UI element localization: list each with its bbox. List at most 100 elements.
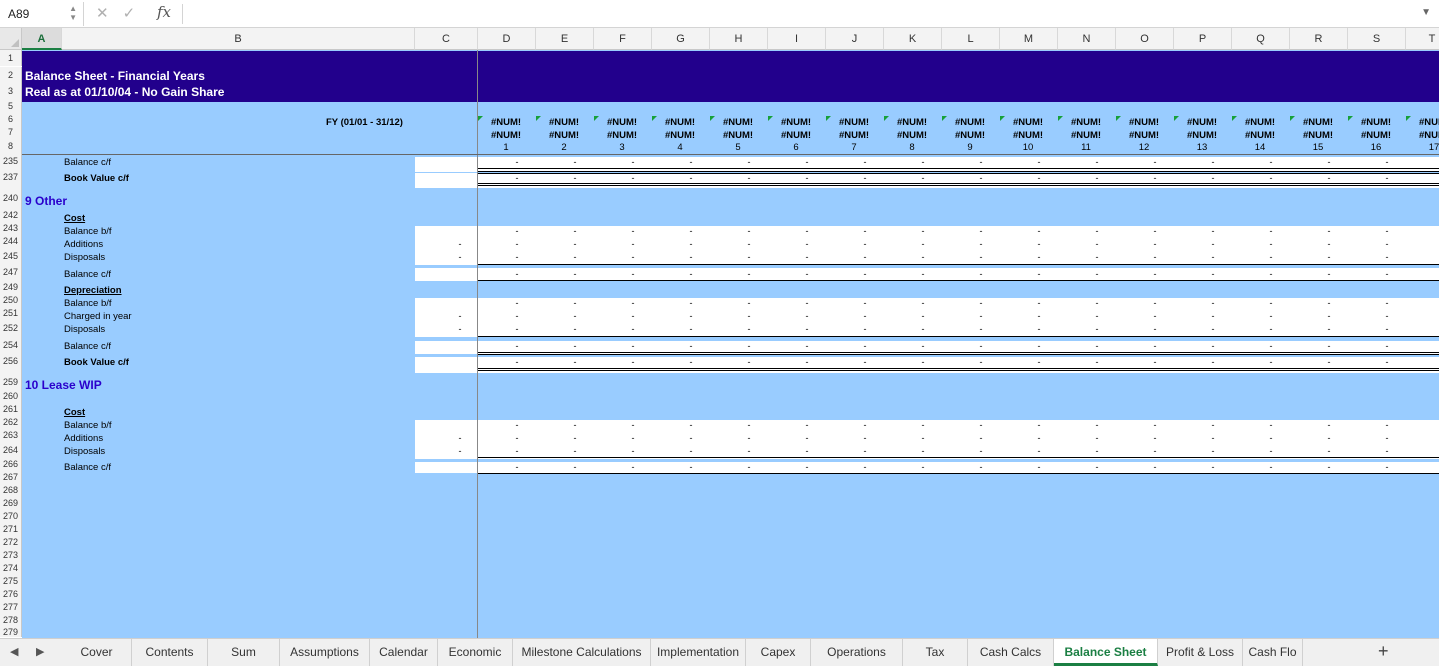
value-cell[interactable]: - [628, 324, 638, 334]
value-cell[interactable]: - [1034, 269, 1044, 279]
add-sheet-icon[interactable]: + [1378, 641, 1389, 662]
value-cell[interactable]: - [1266, 173, 1276, 183]
value-cell[interactable]: - [1266, 462, 1276, 472]
row-header-237[interactable]: 237 [0, 169, 22, 190]
value-cell[interactable]: - [1324, 446, 1334, 456]
value-cell[interactable]: - [686, 420, 696, 430]
select-all-corner[interactable] [0, 28, 22, 50]
value-cell[interactable]: - [802, 341, 812, 351]
value-cell[interactable]: - [860, 173, 870, 183]
value-cell[interactable]: - [1150, 420, 1160, 430]
value-cell[interactable]: - [1266, 341, 1276, 351]
value-cell[interactable]: - [1034, 173, 1044, 183]
formula-cancel-confirm-icons[interactable]: ✕✓ [96, 4, 149, 22]
row-header-259[interactable]: 259 [0, 374, 22, 390]
value-cell[interactable]: - [976, 269, 986, 279]
column-header-e[interactable]: E [536, 28, 594, 50]
sheet-tab-profit-loss[interactable]: Profit & Loss [1158, 639, 1243, 666]
value-cell[interactable]: - [860, 226, 870, 236]
value-cell[interactable]: - [744, 462, 754, 472]
value-cell-c[interactable]: - [455, 433, 465, 443]
value-cell[interactable]: - [860, 269, 870, 279]
value-cell[interactable]: - [1092, 173, 1102, 183]
value-cell[interactable]: - [744, 311, 754, 321]
row-header-270[interactable]: 270 [0, 510, 22, 523]
value-cell[interactable]: - [1150, 298, 1160, 308]
value-cell[interactable]: - [1150, 252, 1160, 262]
value-cell[interactable]: - [512, 269, 522, 279]
value-cell[interactable]: - [628, 446, 638, 456]
value-cell[interactable]: - [1092, 311, 1102, 321]
row-header-271[interactable]: 271 [0, 523, 22, 536]
value-cell[interactable]: - [512, 239, 522, 249]
value-cell[interactable]: - [1150, 341, 1160, 351]
value-cell[interactable]: - [512, 324, 522, 334]
value-cell[interactable]: - [1324, 462, 1334, 472]
value-cell[interactable]: - [686, 226, 696, 236]
value-cell[interactable]: - [860, 462, 870, 472]
row-header-262[interactable]: 262 [0, 416, 22, 429]
column-header-p[interactable]: P [1174, 28, 1232, 50]
value-cell[interactable]: - [1324, 269, 1334, 279]
row-header-279[interactable]: 279 [0, 627, 22, 637]
value-cell[interactable]: - [918, 446, 928, 456]
sheet-tab-cover[interactable]: Cover [62, 639, 132, 666]
value-cell[interactable]: - [1324, 239, 1334, 249]
value-cell[interactable]: - [628, 226, 638, 236]
value-cell[interactable]: - [686, 446, 696, 456]
value-cell[interactable]: - [744, 324, 754, 334]
value-cell[interactable]: - [918, 252, 928, 262]
value-cell[interactable]: - [512, 341, 522, 351]
column-header-j[interactable]: J [826, 28, 884, 50]
value-cell[interactable]: - [1324, 252, 1334, 262]
value-cell[interactable]: - [1092, 298, 1102, 308]
column-header-i[interactable]: I [768, 28, 826, 50]
row-header-274[interactable]: 274 [0, 562, 22, 575]
value-cell[interactable]: - [802, 239, 812, 249]
confirm-icon[interactable]: ✓ [123, 5, 150, 22]
value-cell[interactable]: - [1150, 157, 1160, 167]
value-cell[interactable]: - [976, 298, 986, 308]
value-cell[interactable]: - [1324, 311, 1334, 321]
value-cell[interactable]: - [628, 173, 638, 183]
value-cell[interactable]: - [686, 298, 696, 308]
value-cell[interactable]: - [686, 269, 696, 279]
value-cell[interactable]: - [744, 239, 754, 249]
column-header-s[interactable]: S [1348, 28, 1406, 50]
value-cell[interactable]: - [802, 357, 812, 367]
value-cell[interactable]: - [1382, 239, 1392, 249]
value-cell[interactable]: - [1092, 462, 1102, 472]
value-cell[interactable]: - [686, 341, 696, 351]
value-cell[interactable]: - [1034, 357, 1044, 367]
value-cell[interactable]: - [1092, 357, 1102, 367]
column-header-d[interactable]: D [478, 28, 536, 50]
row-header-266[interactable]: 266 [0, 458, 22, 471]
row-header-5[interactable]: 5 [0, 100, 22, 113]
sheet-tab-cash-calcs[interactable]: Cash Calcs [968, 639, 1054, 666]
value-cell[interactable]: - [1266, 420, 1276, 430]
value-cell[interactable]: - [744, 446, 754, 456]
value-cell[interactable]: - [976, 357, 986, 367]
value-cell[interactable]: - [976, 462, 986, 472]
value-cell[interactable]: - [802, 252, 812, 262]
value-cell[interactable]: - [976, 157, 986, 167]
value-cell[interactable]: - [860, 357, 870, 367]
column-header-o[interactable]: O [1116, 28, 1174, 50]
value-cell[interactable]: - [570, 252, 580, 262]
value-cell[interactable]: - [512, 311, 522, 321]
value-cell[interactable]: - [570, 324, 580, 334]
value-cell[interactable]: - [628, 298, 638, 308]
value-cell[interactable]: - [1382, 173, 1392, 183]
value-cell[interactable]: - [1324, 357, 1334, 367]
value-cell[interactable]: - [1266, 226, 1276, 236]
value-cell[interactable]: - [1150, 324, 1160, 334]
value-cell[interactable]: - [1034, 157, 1044, 167]
column-header-f[interactable]: F [594, 28, 652, 50]
value-cell[interactable]: - [686, 462, 696, 472]
value-cell[interactable]: - [512, 173, 522, 183]
value-cell[interactable]: - [570, 226, 580, 236]
value-cell[interactable]: - [918, 420, 928, 430]
value-cell[interactable]: - [1208, 226, 1218, 236]
value-cell[interactable]: - [1092, 239, 1102, 249]
value-cell[interactable]: - [1324, 173, 1334, 183]
